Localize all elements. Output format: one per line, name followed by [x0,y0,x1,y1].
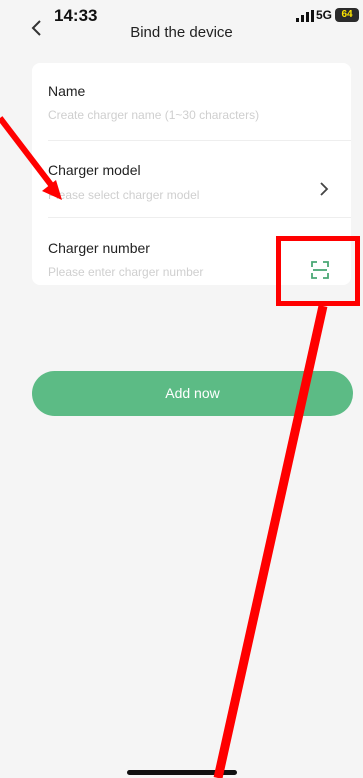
name-label: Name [48,83,86,99]
page-title: Bind the device [130,24,233,41]
name-field[interactable]: Name Create charger name (1~30 character… [32,63,351,140]
signal-icon [296,10,314,22]
status-time: 14:33 [54,6,98,25]
name-input[interactable]: Create charger name (1~30 characters) [48,108,259,122]
battery-icon: 64 [335,8,359,22]
status-bar: 14:33 Bind the device 5G 64 [0,0,363,44]
charger-model-label: Charger model [48,162,141,178]
annotation-highlight-box [276,236,360,306]
charger-number-label: Charger number [48,240,150,256]
home-indicator [127,770,237,775]
charger-number-input[interactable]: Please enter charger number [48,265,203,279]
charger-model-select[interactable]: Please select charger model [48,188,199,202]
network-type: 5G [316,8,333,22]
chevron-right-icon[interactable] [319,181,329,197]
add-now-button[interactable]: Add now [32,371,353,416]
charger-model-field[interactable]: Charger model Please select charger mode… [32,141,351,217]
